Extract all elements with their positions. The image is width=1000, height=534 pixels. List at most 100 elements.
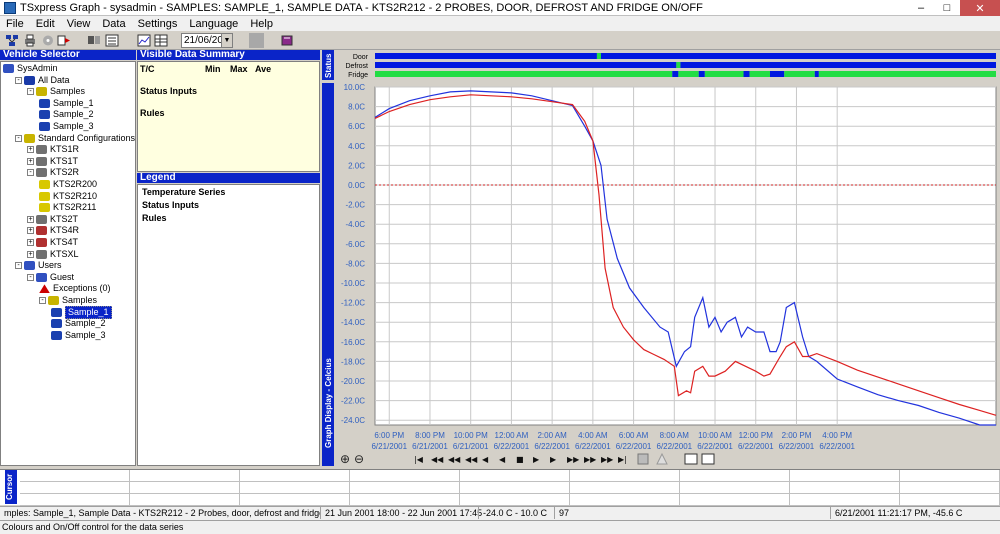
calendar-icon[interactable] [249, 33, 264, 48]
menu-language[interactable]: Language [183, 18, 244, 30]
gray-probe-icon [36, 249, 47, 259]
menu-view[interactable]: View [61, 18, 97, 30]
tree-item[interactable]: + KTS1R [27, 144, 79, 155]
tree-item[interactable]: Sample_3 [51, 330, 106, 341]
collapse-icon[interactable]: - [15, 262, 22, 270]
tree-item[interactable]: + KTS2T [27, 214, 78, 225]
tree-item[interactable]: + KTS4R [27, 225, 79, 236]
minimize-button[interactable]: – [908, 0, 934, 16]
menu-help[interactable]: Help [244, 18, 279, 30]
temperature-chart[interactable]: Status Door Defrost Fridge Graph Display - C… [322, 50, 1000, 466]
zoom-out-icon[interactable]: ⊖ [354, 452, 364, 466]
tree-item[interactable]: - KTS2R [27, 167, 79, 178]
expand-icon[interactable]: + [27, 215, 34, 223]
tree-item-label: KTSXL [50, 248, 79, 259]
date-picker[interactable]: 21/06/200 ▼ [181, 33, 233, 48]
tree-item[interactable]: KTS2R211 [39, 202, 96, 213]
nav-button[interactable]: |◀ [414, 455, 424, 464]
collapse-icon[interactable]: - [27, 273, 34, 281]
col-ave: Ave [255, 64, 272, 74]
expand-icon[interactable]: + [27, 227, 34, 235]
export-icon[interactable] [56, 33, 71, 48]
collapse-icon[interactable]: - [39, 297, 46, 304]
tree-item[interactable]: SysAdmin [3, 63, 58, 74]
nav-button[interactable]: ▶▶ [584, 455, 597, 464]
report-icon[interactable] [104, 33, 119, 48]
tree-item[interactable]: + KTS4T [27, 237, 78, 248]
tree-item[interactable]: Sample_3 [39, 121, 94, 132]
cursor-grid-cell [680, 482, 790, 494]
x-tick-time: 8:00 PM [415, 431, 445, 440]
tree-item-label: Sample_3 [53, 121, 94, 131]
collapse-icon[interactable]: - [27, 88, 34, 96]
nav-button[interactable]: ▶| [618, 455, 627, 464]
menu-settings[interactable]: Settings [132, 18, 184, 30]
y-tick-label: 0.0C [348, 181, 365, 190]
graph-view-icon[interactable] [136, 33, 151, 48]
nav-button[interactable]: ▶▶ [601, 455, 614, 464]
tree-item[interactable]: KTS2R210 [39, 191, 97, 202]
tree-item[interactable]: - All Data [15, 75, 70, 86]
tree-item[interactable]: Sample_1 [51, 305, 112, 319]
cursor-tab[interactable]: Cursor [5, 470, 17, 504]
zoom-in-icon[interactable]: ⊕ [340, 452, 350, 466]
tree-item[interactable]: Sample_1 [39, 98, 94, 109]
vehicle-selector-tree: SysAdmin - All Data - Samples Sample_1 Sample_… [0, 61, 136, 466]
collapse-icon[interactable]: - [27, 169, 34, 177]
nav-disabled-icon [637, 453, 649, 465]
close-button[interactable]: ✕ [960, 0, 1000, 16]
maximize-button[interactable]: □ [934, 0, 960, 16]
gray-probe-icon [36, 156, 47, 166]
users-icon [24, 261, 35, 271]
probe-icon [39, 122, 50, 131]
status-segment [672, 71, 679, 77]
tree-item[interactable]: + KTS1T [27, 156, 78, 167]
folder-group-icon [48, 296, 59, 305]
nav-button[interactable]: ▶ [550, 455, 557, 464]
nav-button[interactable]: ▶ [533, 455, 540, 464]
tree-item[interactable]: KTS2R200 [39, 179, 97, 190]
nav-button[interactable]: ◀◀ [465, 455, 478, 464]
nav-button[interactable]: ◀◀ [431, 455, 444, 464]
disc-icon[interactable] [40, 33, 55, 48]
expand-icon[interactable]: + [27, 146, 34, 154]
table-view-icon[interactable] [701, 453, 715, 465]
tree-item-label: Guest [50, 271, 75, 282]
menu-data[interactable]: Data [96, 18, 131, 30]
table-view-icon[interactable] [153, 33, 168, 48]
menu-file[interactable]: File [0, 18, 30, 30]
collapse-icon[interactable]: - [15, 134, 22, 142]
legend-item-temperature[interactable]: Temperature Series [142, 187, 225, 197]
nav-button[interactable]: ■ [516, 455, 524, 464]
menu-edit[interactable]: Edit [30, 18, 61, 30]
collapse-icon[interactable]: - [15, 76, 22, 84]
expand-icon[interactable]: + [27, 239, 34, 246]
tree-item[interactable]: Exceptions (0) [39, 283, 111, 294]
tools-icon[interactable] [86, 33, 101, 48]
tree-item[interactable]: - Standard Configurations [15, 133, 135, 144]
book-icon[interactable] [279, 33, 294, 48]
nav-button[interactable]: ◀ [482, 455, 489, 464]
nav-warning-icon [656, 452, 668, 465]
x-tick-time: 12:00 AM [495, 431, 529, 440]
tree-item[interactable]: - Samples [39, 295, 97, 306]
nav-button[interactable]: ▶▶ [567, 455, 580, 464]
tree-item[interactable]: - Users [15, 260, 62, 271]
graph-view-icon[interactable] [684, 453, 698, 465]
tree-item[interactable]: Sample_2 [51, 318, 106, 329]
nav-button[interactable]: ◀◀ [448, 455, 461, 464]
print-icon[interactable] [22, 33, 37, 48]
expand-icon[interactable]: + [27, 250, 34, 258]
chevron-down-icon[interactable]: ▼ [221, 34, 232, 47]
red-probe-icon [36, 238, 47, 247]
legend-item-rules[interactable]: Rules [142, 213, 167, 223]
nav-button[interactable]: ◀ [499, 455, 506, 464]
tree-item[interactable]: Sample_2 [39, 109, 94, 120]
expand-icon[interactable]: + [27, 157, 34, 165]
tree-item[interactable]: - Samples [27, 86, 85, 97]
legend-item-status-inputs[interactable]: Status Inputs [142, 200, 199, 210]
network-icon[interactable] [4, 33, 19, 48]
tree-item[interactable]: + KTSXL [27, 249, 79, 260]
x-tick-date: 6/22/2001 [697, 442, 733, 451]
tree-item[interactable]: - Guest [27, 272, 74, 283]
